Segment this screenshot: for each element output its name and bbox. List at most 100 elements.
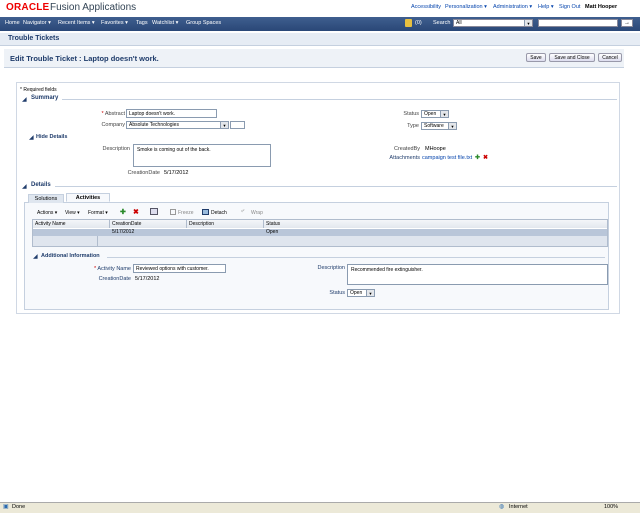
type-value: Software xyxy=(424,123,444,129)
collapse-additional-icon[interactable]: ◢ xyxy=(33,253,38,260)
activity-status-label: Status xyxy=(329,290,345,296)
summary-divider xyxy=(62,99,617,100)
add-row-icon[interactable]: ✚ xyxy=(120,208,126,216)
search-label: Search xyxy=(433,20,451,26)
abstract-input[interactable]: Laptop doesn't work. xyxy=(126,109,217,118)
description-textarea[interactable]: Smoke is coming out of the back. xyxy=(133,144,271,167)
export-icon[interactable] xyxy=(150,208,158,215)
detach-button[interactable]: Detach xyxy=(211,210,227,216)
attachment-link[interactable]: campaign test file.txt xyxy=(422,155,472,161)
activity-creation-date-label: CreationDate xyxy=(98,276,131,282)
abstract-label: * Abstract xyxy=(101,111,125,117)
company-label: Company xyxy=(101,122,125,128)
search-scope-select[interactable]: All ▼ xyxy=(453,19,533,27)
cell-description xyxy=(187,229,264,236)
cell-activity-name xyxy=(33,229,110,236)
wrap-icon: ⤶ xyxy=(241,208,245,214)
status-select[interactable]: Open ▼ xyxy=(421,110,449,118)
created-by-value: MHoope xyxy=(425,146,446,152)
company-search-field[interactable] xyxy=(230,121,245,129)
type-select[interactable]: Software ▼ xyxy=(421,122,457,130)
nav-favorites[interactable]: Favorites ▾ xyxy=(101,20,128,26)
freeze-button[interactable]: Freeze xyxy=(178,210,194,216)
collapse-summary-icon[interactable]: ◢ xyxy=(22,96,27,103)
delete-attachment-icon[interactable]: ✖ xyxy=(483,154,488,161)
required-note: * Required fields xyxy=(20,87,57,93)
activity-status-value: Open xyxy=(350,290,363,296)
company-value: Absolute Technologies xyxy=(129,122,179,128)
accessibility-link[interactable]: Accessibility xyxy=(411,4,441,10)
tab-activities[interactable]: Activities xyxy=(66,193,110,202)
delete-row-icon[interactable]: ✖ xyxy=(133,208,139,216)
page-icon: ▣ xyxy=(3,504,9,510)
search-scope-value: All xyxy=(456,20,462,26)
page-title: Trouble Tickets xyxy=(8,35,60,42)
activity-name-label: * Activity Name xyxy=(94,266,131,272)
nav-recent-items[interactable]: Recent Items ▾ xyxy=(58,20,95,26)
actions-menu[interactable]: Actions ▾ xyxy=(37,210,57,216)
chevron-down-icon: ▼ xyxy=(220,122,228,128)
chevron-down-icon: ▼ xyxy=(448,123,456,129)
user-name: Matt Hooper xyxy=(585,4,618,10)
type-label: Type xyxy=(407,123,419,129)
activity-name-input[interactable]: Reviewed options with customer. xyxy=(133,264,226,273)
nav-group-spaces[interactable]: Group Spaces xyxy=(186,20,221,26)
collapse-details-icon[interactable]: ◢ xyxy=(29,134,34,141)
hide-details-link[interactable]: Hide Details xyxy=(36,134,67,140)
column-header-activity-name[interactable]: Activity Name xyxy=(33,220,110,228)
freeze-icon xyxy=(170,209,176,215)
search-go-button[interactable]: → xyxy=(621,19,633,27)
cell-creation-date: 5/17/2012 xyxy=(112,229,135,235)
status-value: Open xyxy=(424,111,437,117)
created-by-label: CreatedBy xyxy=(394,146,420,152)
creation-date-value: 5/17/2012 xyxy=(164,170,189,176)
status-label: Status xyxy=(403,111,419,117)
page-header xyxy=(0,33,640,46)
wrap-button[interactable]: Wrap xyxy=(251,210,263,216)
column-header-creation-date[interactable]: CreationDate xyxy=(110,220,187,228)
column-header-description[interactable]: Description xyxy=(187,220,264,228)
summary-header: Summary xyxy=(31,95,59,101)
creation-date-label: CreationDate xyxy=(127,170,160,176)
nav-tags[interactable]: Tags xyxy=(136,20,148,26)
save-and-close-button[interactable]: Save and Close xyxy=(549,53,595,62)
column-header-status[interactable]: Status xyxy=(264,220,364,228)
personalization-menu[interactable]: Personalization ▾ xyxy=(445,4,487,10)
collapse-details-section-icon[interactable]: ◢ xyxy=(22,183,27,190)
attachments-label: Attachments xyxy=(389,155,420,161)
details-divider xyxy=(55,186,617,187)
activity-creation-date-value: 5/17/2012 xyxy=(135,276,160,282)
activity-description-label: Description xyxy=(317,265,345,271)
cell-status: Open xyxy=(266,229,279,235)
activity-status-select[interactable]: Open ▼ xyxy=(347,289,375,297)
oracle-logo: ORACLE xyxy=(6,2,50,13)
notification-icon[interactable] xyxy=(405,19,412,27)
company-select[interactable]: Absolute Technologies ▼ xyxy=(126,121,229,129)
search-input[interactable] xyxy=(538,19,618,27)
table-column-divider xyxy=(97,236,98,246)
view-menu[interactable]: View ▾ xyxy=(65,210,80,216)
sign-out-link[interactable]: Sign Out xyxy=(559,4,580,10)
nav-navigator[interactable]: Navigator ▾ xyxy=(23,20,51,26)
save-button[interactable]: Save xyxy=(526,53,546,62)
browser-status-bar xyxy=(0,502,640,513)
status-text: Done xyxy=(12,504,26,510)
add-attachment-icon[interactable]: ✚ xyxy=(475,154,480,161)
details-header: Details xyxy=(31,182,51,188)
nav-home[interactable]: Home xyxy=(5,20,20,26)
zoom-level[interactable]: 100% xyxy=(604,504,618,510)
globe-icon: ◍ xyxy=(499,504,505,510)
administration-menu[interactable]: Administration ▾ xyxy=(493,4,532,10)
detach-icon xyxy=(202,209,209,215)
activity-description-textarea[interactable]: Recommended fire extinguisher. xyxy=(347,264,608,285)
chevron-down-icon: ▼ xyxy=(366,290,374,296)
chevron-down-icon: ▼ xyxy=(440,111,448,117)
chevron-down-icon: ▼ xyxy=(524,20,532,26)
notification-count: (0) xyxy=(415,20,422,26)
help-menu[interactable]: Help ▾ xyxy=(538,4,554,10)
tab-solutions[interactable]: Solutions xyxy=(28,194,64,203)
format-menu[interactable]: Format ▾ xyxy=(88,210,108,216)
nav-watchlist[interactable]: Watchlist ▾ xyxy=(152,20,178,26)
edit-title: Edit Trouble Ticket : Laptop doesn't wor… xyxy=(10,54,159,63)
cancel-button[interactable]: Cancel xyxy=(598,53,622,62)
